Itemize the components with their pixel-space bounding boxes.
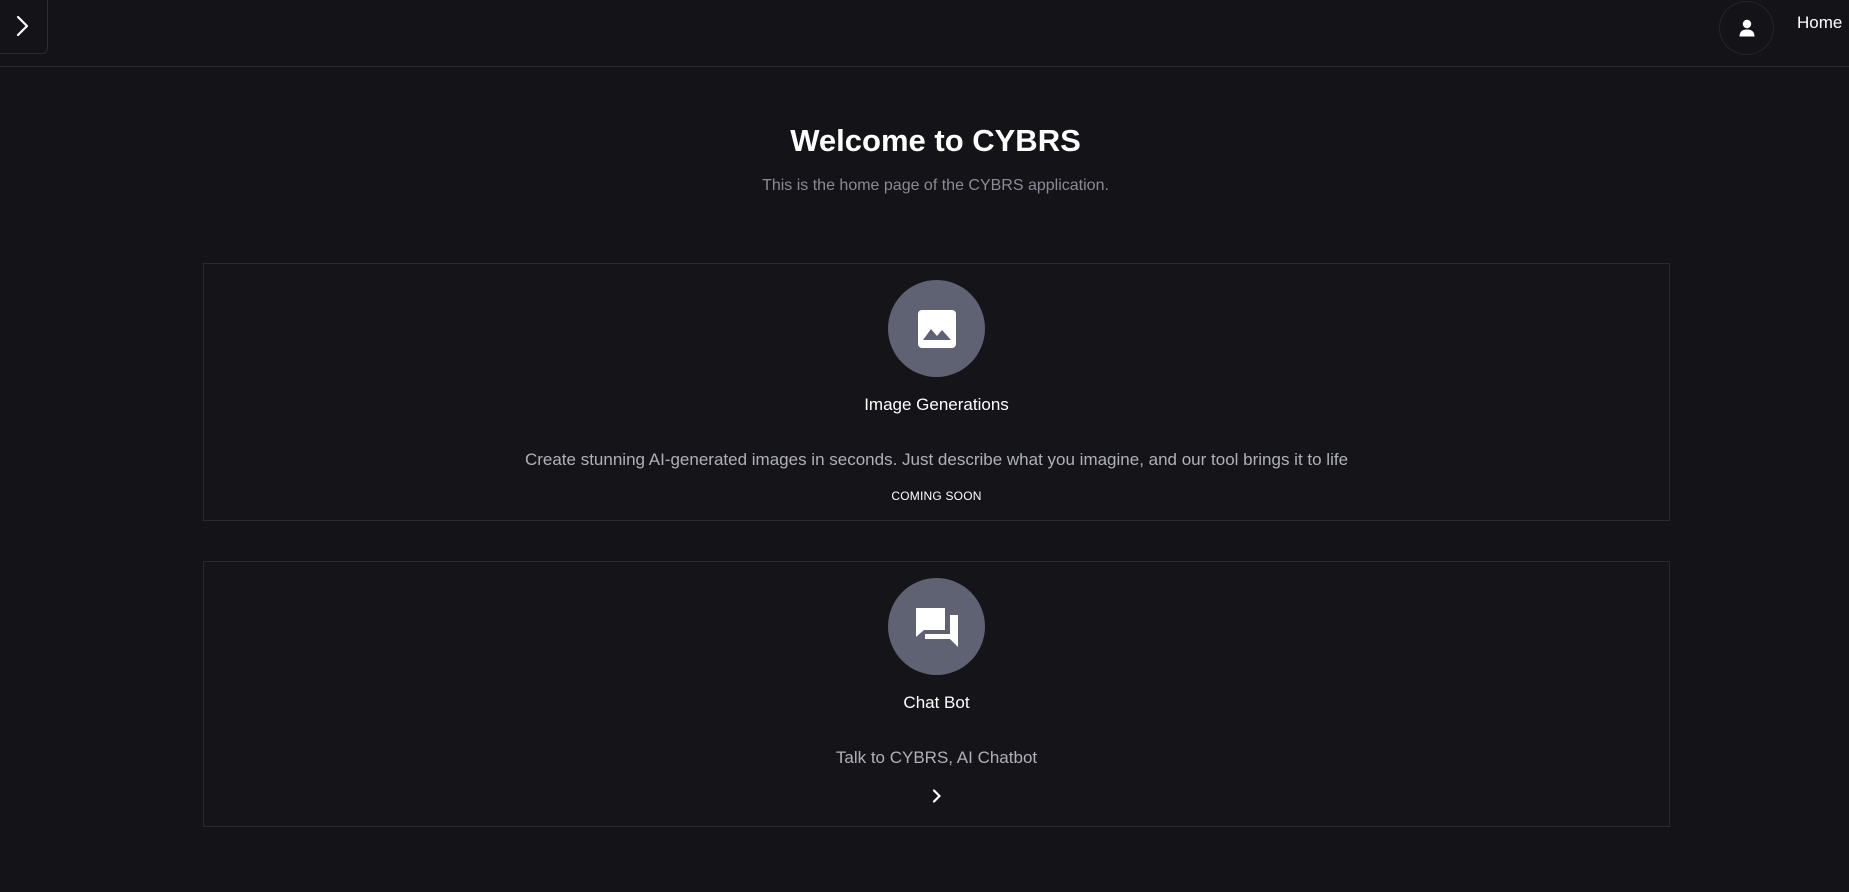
card-chat-bot[interactable]: Chat Bot Talk to CYBRS, AI Chatbot <box>203 561 1670 827</box>
page-title: Welcome to CYBRS <box>790 123 1081 158</box>
chat-icon <box>915 607 958 647</box>
chat-icon-circle <box>888 578 985 675</box>
image-icon <box>917 309 956 348</box>
card-description: Talk to CYBRS, AI Chatbot <box>835 748 1038 767</box>
card-description: Create stunning AI-generated images in s… <box>524 450 1349 469</box>
card-title: Chat Bot <box>903 693 970 712</box>
nav-home-link[interactable]: Home <box>1797 13 1842 33</box>
card-image-generations: Image Generations Create stunning AI-gen… <box>203 263 1670 521</box>
user-icon <box>1739 19 1754 37</box>
sidebar-toggle-button[interactable] <box>0 0 48 54</box>
open-chat-button[interactable] <box>926 785 948 807</box>
chevron-right-icon <box>932 789 941 803</box>
image-icon-circle <box>888 280 985 377</box>
account-button[interactable] <box>1719 1 1774 55</box>
chevron-right-icon <box>16 15 29 37</box>
coming-soon-badge: COMING SOON <box>891 489 982 503</box>
card-title: Image Generations <box>864 395 1009 414</box>
top-bar: Home <box>0 0 1849 67</box>
page-subtitle: This is the home page of the CYBRS appli… <box>762 177 1109 194</box>
